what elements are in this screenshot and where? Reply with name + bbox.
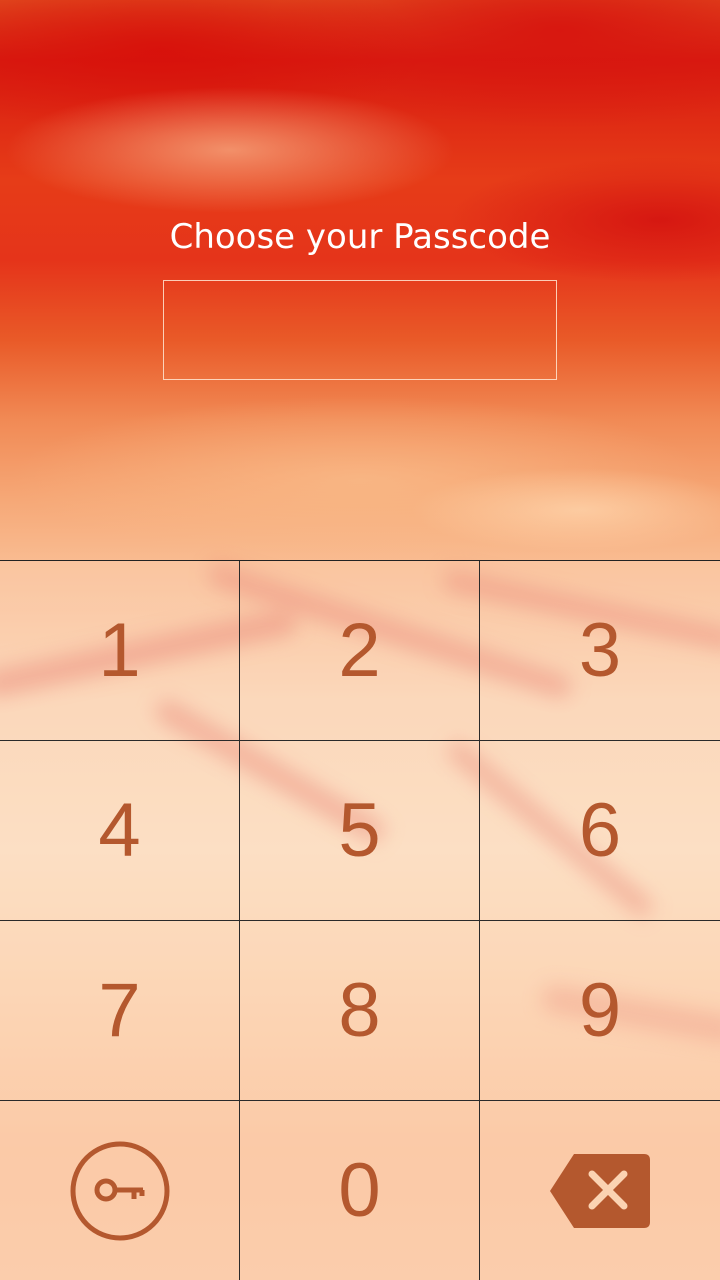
page-title: Choose your Passcode: [169, 217, 551, 257]
key-label: 4: [98, 787, 141, 873]
key-label: 6: [578, 787, 622, 873]
key-9-button[interactable]: 9: [480, 921, 720, 1101]
key-3-button[interactable]: 3: [480, 561, 720, 741]
key-label: 1: [98, 607, 141, 693]
key-label: 3: [578, 607, 622, 693]
backspace-button[interactable]: [480, 1101, 720, 1280]
key-7-button[interactable]: 7: [0, 921, 240, 1101]
passcode-field[interactable]: [163, 280, 557, 380]
backspace-icon: [548, 1152, 652, 1230]
key-5-button[interactable]: 5: [240, 741, 480, 921]
key-icon: [68, 1139, 172, 1243]
key-4-button[interactable]: 4: [0, 741, 240, 921]
key-label: 5: [338, 787, 381, 873]
key-1-button[interactable]: 1: [0, 561, 240, 741]
key-6-button[interactable]: 6: [480, 741, 720, 921]
key-8-button[interactable]: 8: [240, 921, 480, 1101]
key-label: 2: [338, 607, 381, 693]
key-label: 7: [98, 967, 141, 1053]
key-label: 0: [338, 1147, 381, 1233]
key-2-button[interactable]: 2: [240, 561, 480, 741]
key-label: 8: [338, 967, 381, 1053]
keypad: 1 2 3 4 5 6 7 8 9 0: [0, 560, 720, 1280]
key-0-button[interactable]: 0: [240, 1101, 480, 1280]
key-label: 9: [578, 967, 622, 1053]
passcode-type-button[interactable]: [0, 1101, 240, 1280]
